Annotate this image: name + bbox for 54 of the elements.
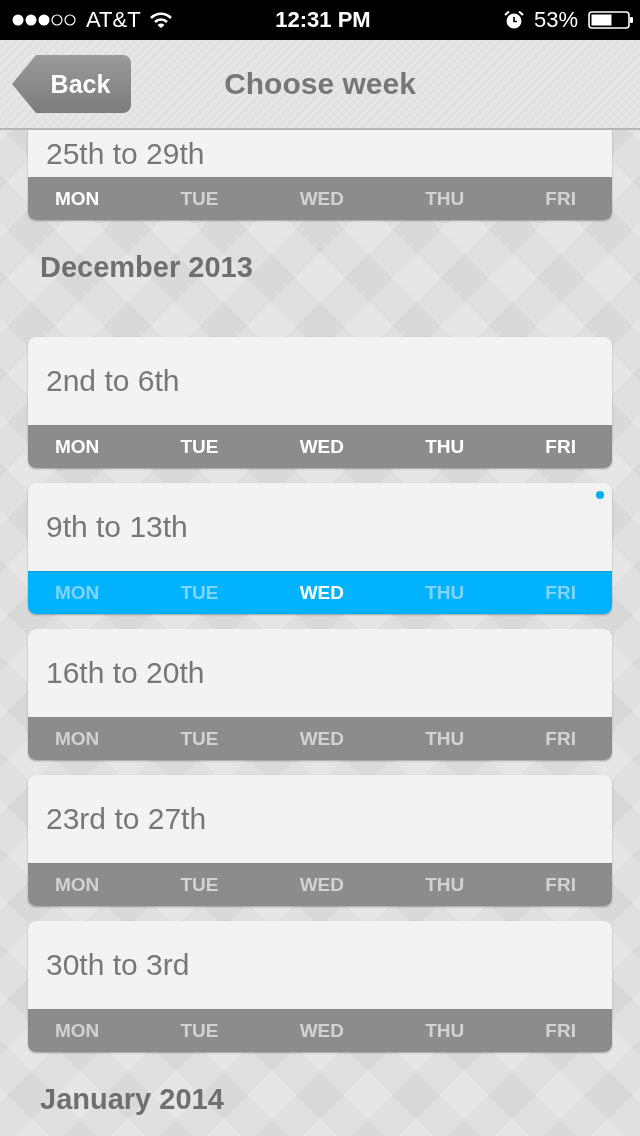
weekday-label[interactable]: TUE (180, 1020, 219, 1042)
weekday-label[interactable]: TUE (180, 582, 219, 604)
weekday-label[interactable]: THU (425, 188, 465, 210)
week-range: 9th to 13th (46, 510, 188, 544)
week-card[interactable]: 30th to 3rd MON TUE WED THU FRI (28, 921, 612, 1052)
weekday-label[interactable]: THU (425, 436, 465, 458)
weekday-label[interactable]: MON (55, 436, 100, 458)
carrier-name: AT&T (86, 7, 141, 33)
week-range: 25th to 29th (46, 136, 205, 171)
weekday-label[interactable]: FRI (545, 436, 576, 458)
weekday-label[interactable]: WED (299, 728, 344, 750)
back-button[interactable]: Back (12, 55, 131, 113)
week-card[interactable]: 9th to 13th MON TUE WED THU FRI (28, 483, 612, 614)
weekday-label[interactable]: FRI (545, 188, 576, 210)
week-card[interactable]: 23rd to 27th MON TUE WED THU FRI (28, 775, 612, 906)
weekday-label[interactable]: FRI (545, 874, 576, 896)
weekday-label[interactable]: MON (55, 1020, 100, 1042)
weekday-label[interactable]: FRI (545, 582, 576, 604)
weekday-label[interactable]: TUE (180, 188, 219, 210)
weekday-label[interactable]: TUE (180, 728, 219, 750)
weekday-label[interactable]: THU (425, 582, 465, 604)
weekday-label[interactable]: THU (425, 728, 465, 750)
alarm-icon (503, 10, 524, 30)
month-heading: December 2013 (39, 250, 254, 285)
screen-title: Choose week (223, 67, 417, 101)
clock-time: 12:31 PM (275, 7, 371, 32)
week-card[interactable]: 16th to 20th MON TUE WED THU FRI (28, 629, 612, 760)
weekday-label[interactable]: FRI (545, 1020, 576, 1042)
week-range: 2nd to 6th (46, 364, 180, 398)
month-heading: January 2014 (39, 1082, 225, 1117)
week-range: 30th to 3rd (46, 948, 190, 982)
weekday-label[interactable]: WED (299, 582, 344, 604)
weekday-label[interactable]: MON (55, 728, 100, 750)
wifi-icon (148, 11, 173, 29)
weekday-label[interactable]: WED (299, 1020, 344, 1042)
signal-icon (12, 13, 78, 27)
weekday-label[interactable]: MON (55, 582, 100, 604)
weekday-label[interactable]: THU (425, 874, 465, 896)
week-range: 23rd to 27th (46, 802, 207, 836)
weekday-label[interactable]: WED (299, 874, 344, 896)
weekday-label[interactable]: WED (299, 188, 344, 210)
week-range: 16th to 20th (46, 656, 205, 690)
weekday-label[interactable]: THU (425, 1020, 465, 1042)
selected-dot (596, 491, 604, 499)
weekday-label[interactable]: MON (55, 874, 100, 896)
week-card[interactable]: 2nd to 6th MON TUE WED THU FRI (28, 337, 612, 468)
week-card[interactable]: 25th to 29th MON TUE WED THU FRI (28, 130, 612, 220)
battery-percent: 53% (533, 7, 578, 33)
weekday-label[interactable]: FRI (545, 728, 576, 750)
weekday-label[interactable]: TUE (180, 874, 219, 896)
battery-icon (588, 10, 634, 30)
weekday-label[interactable]: TUE (180, 436, 219, 458)
weekday-label[interactable]: MON (55, 188, 100, 210)
weekday-label[interactable]: WED (299, 436, 344, 458)
